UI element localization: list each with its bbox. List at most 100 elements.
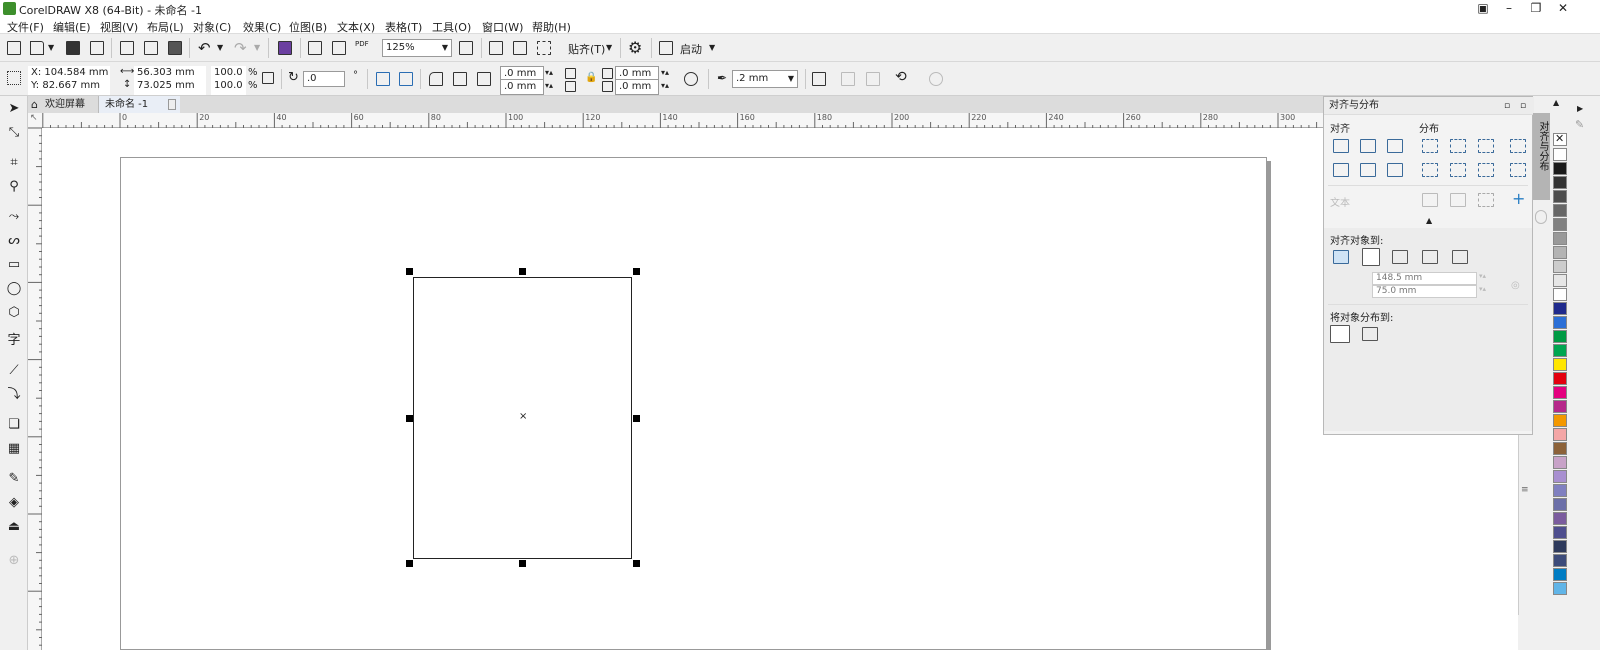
vertical-ruler[interactable] — [28, 128, 42, 650]
y-align-field[interactable]: 75.0 mm — [1372, 285, 1477, 298]
eyedropper-icon[interactable]: ✎ — [1575, 118, 1584, 131]
tab-welcome-screen[interactable]: ⌂ 欢迎屏幕 — [28, 96, 98, 113]
color-swatch[interactable] — [1553, 568, 1567, 581]
color-swatch[interactable] — [1553, 358, 1567, 371]
page-edge-icon[interactable] — [1362, 248, 1380, 266]
align-right-icon[interactable] — [1387, 139, 1403, 153]
distribute-right-icon[interactable] — [1510, 139, 1526, 153]
eyedropper-tool-icon[interactable]: ✎ — [5, 470, 23, 488]
docker-close-icon[interactable]: ▫ — [1520, 97, 1526, 115]
color-swatch[interactable] — [1553, 512, 1567, 525]
color-swatch[interactable] — [1553, 484, 1567, 497]
shape-tool-icon[interactable]: ⤡ — [5, 124, 23, 142]
convert-to-curves-icon[interactable]: ⟲ — [895, 69, 907, 85]
save-icon[interactable] — [66, 41, 80, 55]
cut-icon[interactable] — [120, 41, 134, 55]
page-border[interactable] — [120, 157, 1267, 650]
color-swatch[interactable] — [1553, 246, 1567, 259]
align-bottom-icon[interactable] — [1387, 163, 1403, 177]
close-button[interactable]: ✕ — [1553, 0, 1573, 17]
menu-layout[interactable]: 布局(L) — [147, 19, 184, 35]
text-wrap-icon[interactable] — [812, 72, 826, 86]
color-swatch[interactable] — [1553, 260, 1567, 273]
menu-effects[interactable]: 效果(C) — [243, 19, 281, 35]
print-icon[interactable] — [90, 41, 104, 55]
no-color-swatch-icon[interactable]: ✕ — [1553, 132, 1567, 146]
y-position-field[interactable]: Y: 82.667 mm — [28, 79, 110, 95]
add-tab-icon[interactable] — [168, 99, 176, 110]
mirror-horizontal-icon[interactable] — [376, 72, 390, 86]
text-bbox-icon[interactable] — [1478, 193, 1494, 207]
collapse-arrow-icon[interactable]: ▲ — [1426, 216, 1432, 225]
rectangle-tool-icon[interactable]: ▭ — [5, 256, 23, 274]
redo-icon[interactable]: ↷ — [234, 39, 247, 57]
minimize-button[interactable]: – — [1499, 0, 1519, 17]
selection-handle[interactable] — [519, 268, 526, 275]
menu-text[interactable]: 文本(X) — [337, 19, 375, 35]
round-corner-icon[interactable] — [429, 72, 443, 86]
menu-tools[interactable]: 工具(O) — [432, 19, 471, 35]
corner-bottom-right-field[interactable]: .0 mm — [615, 79, 659, 95]
color-swatch[interactable] — [1553, 232, 1567, 245]
selection-handle[interactable] — [519, 560, 526, 567]
search-content-icon[interactable] — [278, 41, 292, 55]
color-swatch[interactable] — [1553, 344, 1567, 357]
selection-handle[interactable] — [406, 560, 413, 567]
selection-handle[interactable] — [633, 560, 640, 567]
lock-ratio-icon[interactable] — [262, 72, 274, 84]
distribute-center-icon[interactable] — [1450, 139, 1466, 153]
rotation-angle-field[interactable]: .0 — [303, 71, 345, 87]
color-swatch[interactable] — [1553, 162, 1567, 175]
color-swatch[interactable] — [1553, 274, 1567, 287]
add-tool-icon[interactable]: ⊕ — [5, 552, 23, 570]
color-swatch[interactable] — [1553, 204, 1567, 217]
launch-label[interactable]: 启动 — [680, 41, 702, 57]
selection-handle[interactable] — [406, 415, 413, 422]
expand-arrow-icon[interactable]: ▶ — [1577, 104, 1583, 113]
new-document-icon[interactable] — [7, 41, 21, 55]
align-left-icon[interactable] — [1333, 139, 1349, 153]
color-swatch[interactable] — [1553, 526, 1567, 539]
connector-tool-icon[interactable]: ⤵ — [5, 386, 23, 404]
specified-point-icon[interactable] — [1452, 250, 1468, 264]
open-folder-icon[interactable] — [30, 41, 44, 55]
color-swatch[interactable] — [1553, 554, 1567, 567]
drop-shadow-tool-icon[interactable]: ❏ — [5, 416, 23, 434]
color-swatch[interactable] — [1553, 470, 1567, 483]
distribute-vspacing-icon[interactable] — [1478, 163, 1494, 177]
distribute-spacing-icon[interactable] — [1478, 139, 1494, 153]
selection-extent-icon[interactable] — [1330, 325, 1350, 343]
page-center-icon[interactable] — [1392, 250, 1408, 264]
color-swatch[interactable] — [1553, 442, 1567, 455]
full-screen-icon[interactable] — [459, 41, 473, 55]
menu-file[interactable]: 文件(F) — [7, 19, 44, 35]
snap-to-dropdown[interactable]: 贴齐(T) — [568, 41, 605, 57]
color-swatch[interactable] — [1553, 582, 1567, 595]
distribute-top-icon[interactable] — [1422, 163, 1438, 177]
x-align-field[interactable]: 148.5 mm — [1372, 272, 1477, 285]
mirror-vertical-icon[interactable] — [399, 72, 413, 86]
freehand-tool-icon[interactable]: ⤳ — [5, 208, 23, 226]
vertical-scrollbar[interactable]: ≡ — [1518, 435, 1530, 615]
polygon-tool-icon[interactable]: ⬡ — [5, 304, 23, 322]
zoom-level-select[interactable]: 125% ▼ — [382, 39, 452, 57]
corner-link-icon[interactable] — [565, 68, 576, 79]
scale-y-field[interactable]: 100.0 — [211, 79, 246, 95]
menu-object[interactable]: 对象(C) — [193, 19, 231, 35]
outline-width-select[interactable]: .2 mm ▼ — [732, 70, 798, 88]
redo-dropdown-icon[interactable]: ▼ — [254, 43, 260, 52]
ruler-origin-icon[interactable]: ↖ — [30, 113, 38, 123]
color-swatch[interactable] — [1553, 316, 1567, 329]
zoom-tool-icon[interactable]: ⚲ — [5, 178, 23, 196]
parallel-dimension-tool-icon[interactable]: ⟋ — [5, 362, 23, 380]
docker-add-icon[interactable] — [1535, 210, 1547, 224]
selection-handle[interactable] — [633, 415, 640, 422]
align-top-icon[interactable] — [1333, 163, 1349, 177]
grid-icon[interactable] — [1422, 250, 1438, 264]
show-guidelines-icon[interactable] — [537, 41, 551, 55]
interactive-fill-tool-icon[interactable]: ◈ — [5, 494, 23, 512]
crop-tool-icon[interactable]: ⌗ — [5, 154, 23, 172]
scroll-thumb-icon[interactable]: ≡ — [1521, 485, 1529, 495]
application-launcher-icon[interactable] — [659, 41, 673, 55]
spin-arrows-icon[interactable]: ▾▴ — [545, 68, 553, 77]
